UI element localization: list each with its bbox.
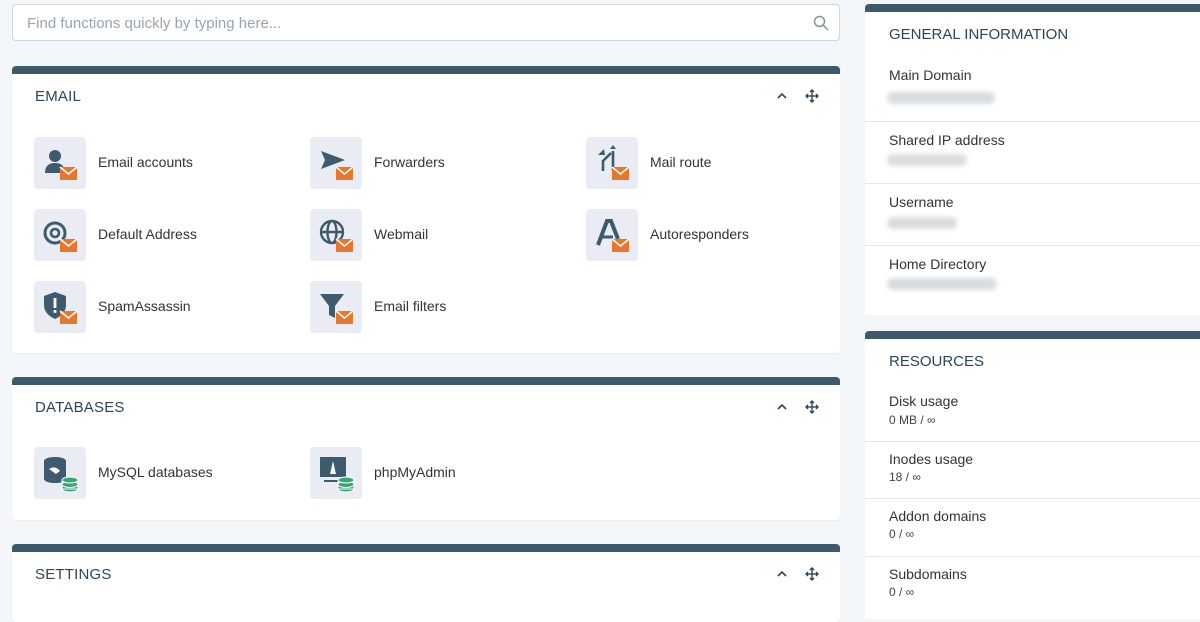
search-bar[interactable] [12, 4, 840, 42]
shield-alert-icon [44, 292, 78, 324]
general-information-title: GENERAL INFORMATION [889, 26, 1069, 43]
username-value-redacted [887, 217, 957, 229]
email-section: EMAIL Email accounts Forwarders Mail rou… [12, 66, 840, 353]
spamassassin-item[interactable]: SpamAssassin [34, 281, 294, 333]
inodes-usage-label: Inodes usage [889, 451, 974, 467]
item-label: SpamAssassin [98, 298, 191, 314]
resource-row-divider [865, 498, 1200, 499]
info-row-divider [865, 183, 1200, 184]
username-label: Username [889, 194, 954, 210]
resource-row-divider [865, 556, 1200, 557]
item-label: Email filters [374, 298, 447, 314]
resources-panel: RESOURCES Disk usage 0 MB / ∞ Inodes usa… [865, 331, 1200, 619]
addon-domains-value: 0 / ∞ [889, 527, 915, 541]
webmail-item[interactable]: Webmail [310, 209, 570, 261]
move-icon[interactable] [804, 566, 820, 582]
item-label: phpMyAdmin [374, 464, 456, 480]
funnel-icon [320, 294, 354, 324]
move-icon[interactable] [804, 88, 820, 104]
addon-domains-label: Addon domains [889, 508, 987, 524]
item-label: Mail route [650, 154, 712, 170]
mail-route-item[interactable]: Mail route [586, 137, 846, 189]
info-row-divider [865, 245, 1200, 246]
collapse-icon[interactable] [774, 88, 790, 104]
item-label: Default Address [98, 226, 197, 242]
info-row-divider [865, 121, 1200, 122]
move-icon[interactable] [804, 399, 820, 415]
user-icon [45, 150, 78, 180]
at-sign-icon [43, 221, 78, 252]
letter-a-icon [596, 219, 630, 252]
mysql-databases-item[interactable]: MySQL databases [34, 447, 294, 499]
default-address-item[interactable]: Default Address [34, 209, 294, 261]
send-icon [321, 151, 354, 180]
main-domain-label: Main Domain [889, 67, 972, 83]
autoresponders-item[interactable]: Autoresponders [586, 209, 846, 261]
search-icon[interactable] [813, 15, 829, 31]
email-section-title: EMAIL [35, 88, 82, 105]
settings-section-title: SETTINGS [35, 566, 112, 583]
databases-section-title: DATABASES [35, 399, 125, 416]
item-label: MySQL databases [98, 464, 213, 480]
phpmyadmin-item[interactable]: phpMyAdmin [310, 447, 570, 499]
subdomains-label: Subdomains [889, 566, 967, 582]
item-label: Webmail [374, 226, 429, 242]
general-information-panel: GENERAL INFORMATION Main Domain Shared I… [865, 4, 1200, 315]
item-label: Forwarders [374, 154, 445, 170]
item-label: Autoresponders [650, 226, 749, 242]
collapse-icon[interactable] [774, 399, 790, 415]
shared-ip-label: Shared IP address [889, 132, 1005, 148]
settings-section: SETTINGS [12, 544, 840, 622]
home-directory-label: Home Directory [889, 256, 987, 272]
email-accounts-item[interactable]: Email accounts [34, 137, 294, 189]
search-input[interactable] [25, 5, 809, 42]
databases-section: DATABASES MySQL databases phpMyAdmin [12, 377, 840, 520]
item-label: Email accounts [98, 154, 193, 170]
disk-usage-label: Disk usage [889, 393, 959, 409]
main-domain-value-redacted [887, 92, 995, 104]
inodes-usage-value: 18 / ∞ [889, 470, 921, 484]
forwarders-item[interactable]: Forwarders [310, 137, 570, 189]
home-directory-value-redacted [887, 278, 997, 290]
phpmyadmin-icon [320, 457, 355, 493]
shared-ip-value-redacted [887, 154, 967, 166]
subdomains-value: 0 / ∞ [889, 585, 915, 599]
globe-icon [319, 219, 354, 252]
collapse-icon[interactable] [774, 566, 790, 582]
email-filters-item[interactable]: Email filters [310, 281, 570, 333]
resource-row-divider [865, 441, 1200, 442]
disk-usage-value: 0 MB / ∞ [889, 413, 936, 427]
resources-title: RESOURCES [889, 353, 985, 370]
mysql-database-icon [44, 457, 79, 493]
route-arrows-icon [598, 145, 630, 180]
